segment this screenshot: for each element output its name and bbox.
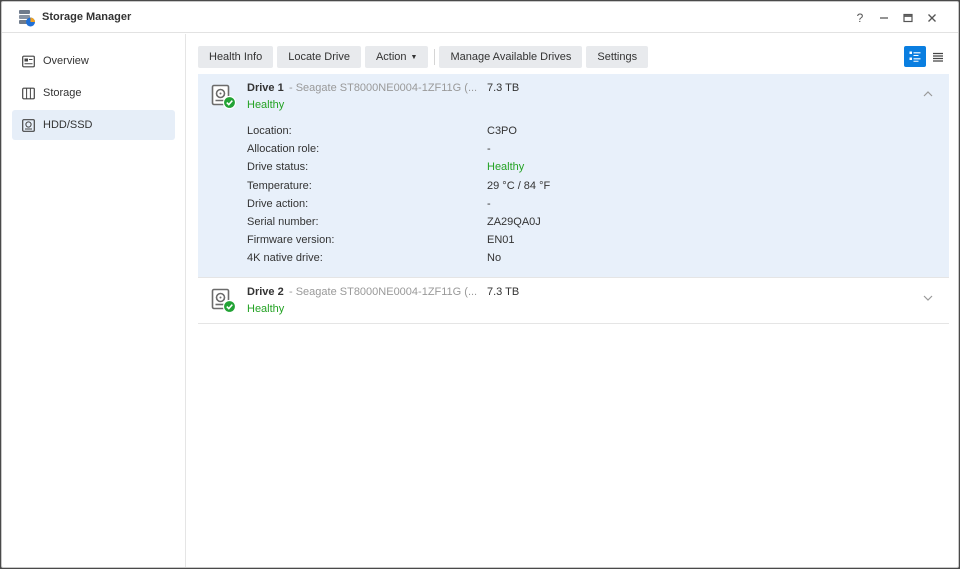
drive-model: - Seagate ST8000NE0004-1ZF11G (... [289, 82, 478, 94]
drive-model: - Seagate ST8000NE0004-1ZF11G (... [289, 285, 478, 298]
detail-list-icon [909, 51, 921, 62]
detail-row-allocation-role: Allocation role: - [198, 141, 949, 159]
toolbar-divider [434, 49, 436, 65]
detail-label: 4K native drive: [247, 252, 323, 265]
storage-manager-app-icon [19, 10, 35, 27]
hdd-icon [22, 118, 35, 132]
window-title: Storage Manager [42, 11, 132, 23]
drive-name: Drive 1 [247, 82, 284, 94]
sidebar-item-overview[interactable]: Overview [12, 46, 175, 76]
view-toggle [903, 46, 949, 67]
sidebar-item-label: Overview [43, 55, 89, 67]
sidebar-item-label: HDD/SSD [43, 119, 93, 131]
detail-row-drive-action: Drive action: - [198, 196, 949, 214]
close-icon[interactable] [920, 8, 944, 28]
detail-label: Serial number: [247, 215, 319, 228]
detail-value: EN01 [487, 234, 515, 247]
health-info-button[interactable]: Health Info [198, 46, 274, 68]
chevron-up-icon[interactable] [923, 89, 933, 100]
detail-label: Location: [247, 125, 292, 137]
settings-button[interactable]: Settings [586, 46, 649, 68]
detail-value: - [487, 197, 491, 210]
detail-label: Drive action: [247, 197, 309, 210]
sidebar-item-hdd-ssd[interactable]: HDD/SSD [12, 110, 175, 140]
detail-value: C3PO [487, 125, 517, 137]
sidebar-item-label: Storage [43, 87, 82, 99]
detail-label: Drive status: [247, 161, 309, 174]
detail-row-temperature: Temperature: 29 °C / 84 °F [198, 178, 949, 196]
detail-row-firmware-version: Firmware version: EN01 [198, 232, 949, 250]
drive-list: Drive 1 - Seagate ST8000NE0004-1ZF11G (.… [198, 74, 949, 324]
detail-row-serial-number: Serial number: ZA29QA0J [198, 214, 949, 232]
storage-manager-window: Storage Manager ? Overview Storage HDD/S… [1, 1, 959, 568]
storage-icon [22, 87, 35, 99]
detail-value: No [487, 252, 502, 265]
drive-item-2[interactable]: Drive 2 - Seagate ST8000NE0004-1ZF11G (.… [198, 278, 949, 324]
drive-name: Drive 2 [247, 285, 284, 298]
chevron-down-icon[interactable] [923, 293, 933, 304]
locate-drive-button[interactable]: Locate Drive [277, 46, 361, 68]
minimize-icon[interactable] [872, 8, 896, 28]
detail-row-drive-status: Drive status: Healthy [198, 159, 949, 177]
drive-healthy-icon [211, 288, 237, 313]
action-button-label: Action [375, 51, 407, 63]
detail-view-button[interactable] [904, 46, 926, 67]
sidebar-item-storage[interactable]: Storage [12, 78, 175, 108]
detail-row-4k-native-drive: 4K native drive: No [198, 250, 949, 268]
drive-header[interactable]: Drive 2 - Seagate ST8000NE0004-1ZF11G (.… [198, 278, 949, 323]
sidebar: Overview Storage HDD/SSD [2, 34, 186, 567]
detail-label: Firmware version: [247, 234, 335, 247]
detail-label: Allocation role: [247, 143, 320, 156]
toolbar: Health Info Locate Drive Action ▼ Manage… [198, 46, 652, 68]
window-controls: ? [848, 8, 944, 28]
maximize-icon[interactable] [896, 8, 920, 28]
detail-row-location: Location: C3PO [198, 123, 949, 141]
title-bar: Storage Manager ? [2, 2, 958, 33]
drive-capacity: 7.3 TB [487, 285, 520, 298]
drive-health-status: Healthy [247, 99, 285, 111]
detail-value: 29 °C / 84 °F [487, 179, 551, 192]
detail-value: Healthy [487, 161, 525, 174]
caret-down-icon: ▼ [410, 53, 418, 61]
list-icon [933, 52, 943, 62]
manage-available-drives-button[interactable]: Manage Available Drives [439, 46, 583, 68]
main-panel: Health Info Locate Drive Action ▼ Manage… [187, 34, 958, 567]
action-dropdown-button[interactable]: Action ▼ [364, 46, 429, 68]
list-view-button[interactable] [927, 46, 949, 67]
detail-label: Temperature: [247, 179, 312, 192]
detail-value: - [487, 143, 491, 156]
drive-item-1[interactable]: Drive 1 - Seagate ST8000NE0004-1ZF11G (.… [198, 74, 949, 278]
drive-details: Location: C3PO Allocation role: - Drive … [198, 119, 949, 277]
drive-capacity: 7.3 TB [487, 82, 520, 94]
drive-healthy-icon [211, 84, 237, 110]
overview-icon [22, 55, 35, 67]
drive-health-status: Healthy [247, 302, 285, 315]
help-icon[interactable]: ? [848, 8, 872, 28]
detail-value: ZA29QA0J [487, 215, 541, 228]
drive-header[interactable]: Drive 1 - Seagate ST8000NE0004-1ZF11G (.… [198, 74, 949, 119]
